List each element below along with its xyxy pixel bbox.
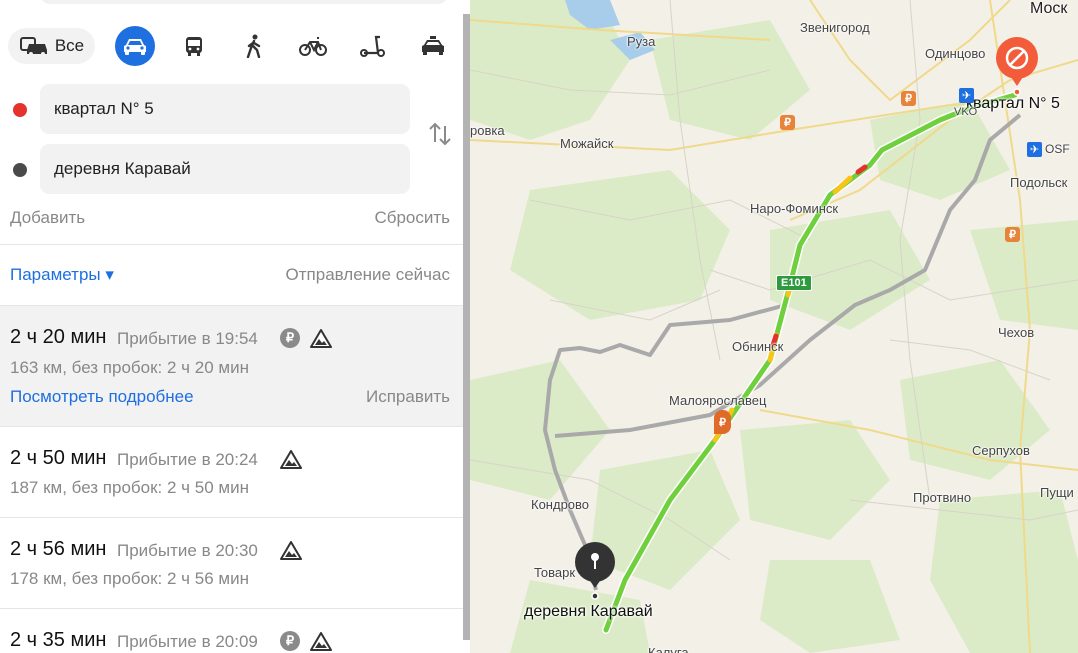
destination-input[interactable]: деревня Каравай xyxy=(40,144,410,194)
place-label: Можайск xyxy=(560,136,614,151)
place-label: Кондрово xyxy=(531,497,590,512)
road-hazard-icon xyxy=(280,450,302,469)
route-details: 163 км, без пробок: 2 ч 20 мин xyxy=(10,358,249,377)
destination-marker-icon xyxy=(13,163,27,177)
route-panel: Все квартал N° 5 деревня Каравай Добавит… xyxy=(0,0,463,653)
route-details: 178 км, без пробок: 2 ч 56 мин xyxy=(10,569,249,588)
add-point-link[interactable]: Добавить xyxy=(10,208,85,228)
place-label: Наро-Фоминск xyxy=(750,201,839,216)
mode-all-button[interactable]: Все xyxy=(8,28,95,64)
origin-marker-icon xyxy=(13,103,27,117)
car-icon xyxy=(124,39,146,55)
map-view[interactable]: Руза Звенигород Одинцово Можайск Наро-Фо… xyxy=(470,0,1078,653)
mode-all-label: Все xyxy=(54,36,85,55)
route-option-3[interactable]: 2 ч 56 мин Прибытие в 20:30 178 км, без … xyxy=(0,518,463,609)
divider xyxy=(0,244,463,245)
place-label: Калуга xyxy=(648,645,689,653)
swap-points-icon[interactable] xyxy=(426,120,454,148)
place-label: Звенигород xyxy=(800,20,870,35)
route-option-4[interactable]: 2 ч 35 мин Прибытие в 20:09 ₽ xyxy=(0,609,463,653)
place-label: Руза xyxy=(627,34,656,49)
road-hazard-icon xyxy=(310,329,332,348)
start-point-label: квартал N° 5 xyxy=(966,95,1060,112)
airport-icon: ✈ xyxy=(959,88,974,103)
route-option-1[interactable]: 2 ч 20 мин Прибытие в 19:54 ₽ 163 км, бе… xyxy=(0,306,463,427)
bus-icon xyxy=(186,37,202,56)
place-label: Пущи xyxy=(1040,485,1074,500)
pedestrian-icon xyxy=(246,34,261,58)
multi-transport-icon xyxy=(19,37,47,56)
route-duration: 2 ч 50 мин xyxy=(10,447,107,469)
place-label: Одинцово xyxy=(925,46,986,61)
reset-link[interactable]: Сбросить xyxy=(374,208,450,228)
origin-input[interactable]: квартал N° 5 xyxy=(40,84,410,134)
place-label: Подольск xyxy=(1010,175,1068,190)
place-label: ровка xyxy=(470,123,505,138)
transport-mode-bar: Все xyxy=(8,26,458,66)
route-arrival: Прибытие в 20:09 xyxy=(117,632,258,651)
end-point-label: деревня Каравай xyxy=(524,603,653,620)
toll-marker-icon[interactable]: ₽ xyxy=(780,115,795,130)
parameters-dropdown[interactable]: Параметры ▾ xyxy=(10,265,114,285)
highway-number-badge: E101 xyxy=(776,275,812,291)
toll-marker-icon[interactable]: ₽ xyxy=(1005,227,1020,242)
airport-label: OSF xyxy=(1045,142,1070,156)
panel-scrollbar[interactable] xyxy=(463,14,470,640)
mode-scooter-button[interactable] xyxy=(353,26,393,66)
origin-row: квартал N° 5 xyxy=(0,84,463,134)
place-label: Малоярославец xyxy=(669,393,767,408)
toll-road-icon: ₽ xyxy=(280,631,300,651)
taxi-icon xyxy=(422,36,444,55)
route-details-link[interactable]: Посмотреть подробнее xyxy=(10,387,194,407)
route-duration: 2 ч 56 мин xyxy=(10,538,107,560)
mode-taxi-button[interactable] xyxy=(413,26,453,66)
toll-point-marker-icon[interactable]: ₽ xyxy=(714,410,731,434)
mode-bike-button[interactable] xyxy=(293,26,333,66)
route-arrival: Прибытие в 20:30 xyxy=(117,541,258,560)
route-duration: 2 ч 20 мин xyxy=(10,326,107,348)
route-arrival: Прибытие в 19:54 xyxy=(117,329,258,348)
place-label-moscow: Моск xyxy=(1030,0,1068,17)
departure-time-selector[interactable]: Отправление сейчас xyxy=(286,265,450,285)
route-option-2[interactable]: 2 ч 50 мин Прибытие в 20:24 187 км, без … xyxy=(0,427,463,518)
airport-label: VKO xyxy=(954,106,978,118)
mode-car-button[interactable] xyxy=(115,26,155,66)
search-field-remnant[interactable] xyxy=(40,0,448,4)
airport-icon: ✈ xyxy=(1027,142,1042,157)
place-label: Протвино xyxy=(913,490,972,505)
mode-walk-button[interactable] xyxy=(234,26,274,66)
route-arrival: Прибытие в 20:24 xyxy=(117,450,258,469)
toll-marker-icon[interactable]: ₽ xyxy=(901,91,916,106)
place-label: Обнинск xyxy=(732,339,784,354)
report-error-link[interactable]: Исправить xyxy=(366,387,450,407)
route-duration: 2 ч 35 мин xyxy=(10,629,107,651)
bicycle-icon xyxy=(299,37,327,56)
place-label: Товарк xyxy=(534,565,576,580)
mode-bus-button[interactable] xyxy=(174,26,214,66)
place-label: Чехов xyxy=(998,325,1035,340)
toll-road-icon: ₽ xyxy=(280,328,300,348)
road-hazard-icon xyxy=(310,632,332,651)
road-hazard-icon xyxy=(280,541,302,560)
scooter-icon xyxy=(360,35,385,57)
place-label: Серпухов xyxy=(972,443,1030,458)
destination-row: деревня Каравай xyxy=(0,144,463,194)
route-details: 187 км, без пробок: 2 ч 50 мин xyxy=(10,478,249,497)
